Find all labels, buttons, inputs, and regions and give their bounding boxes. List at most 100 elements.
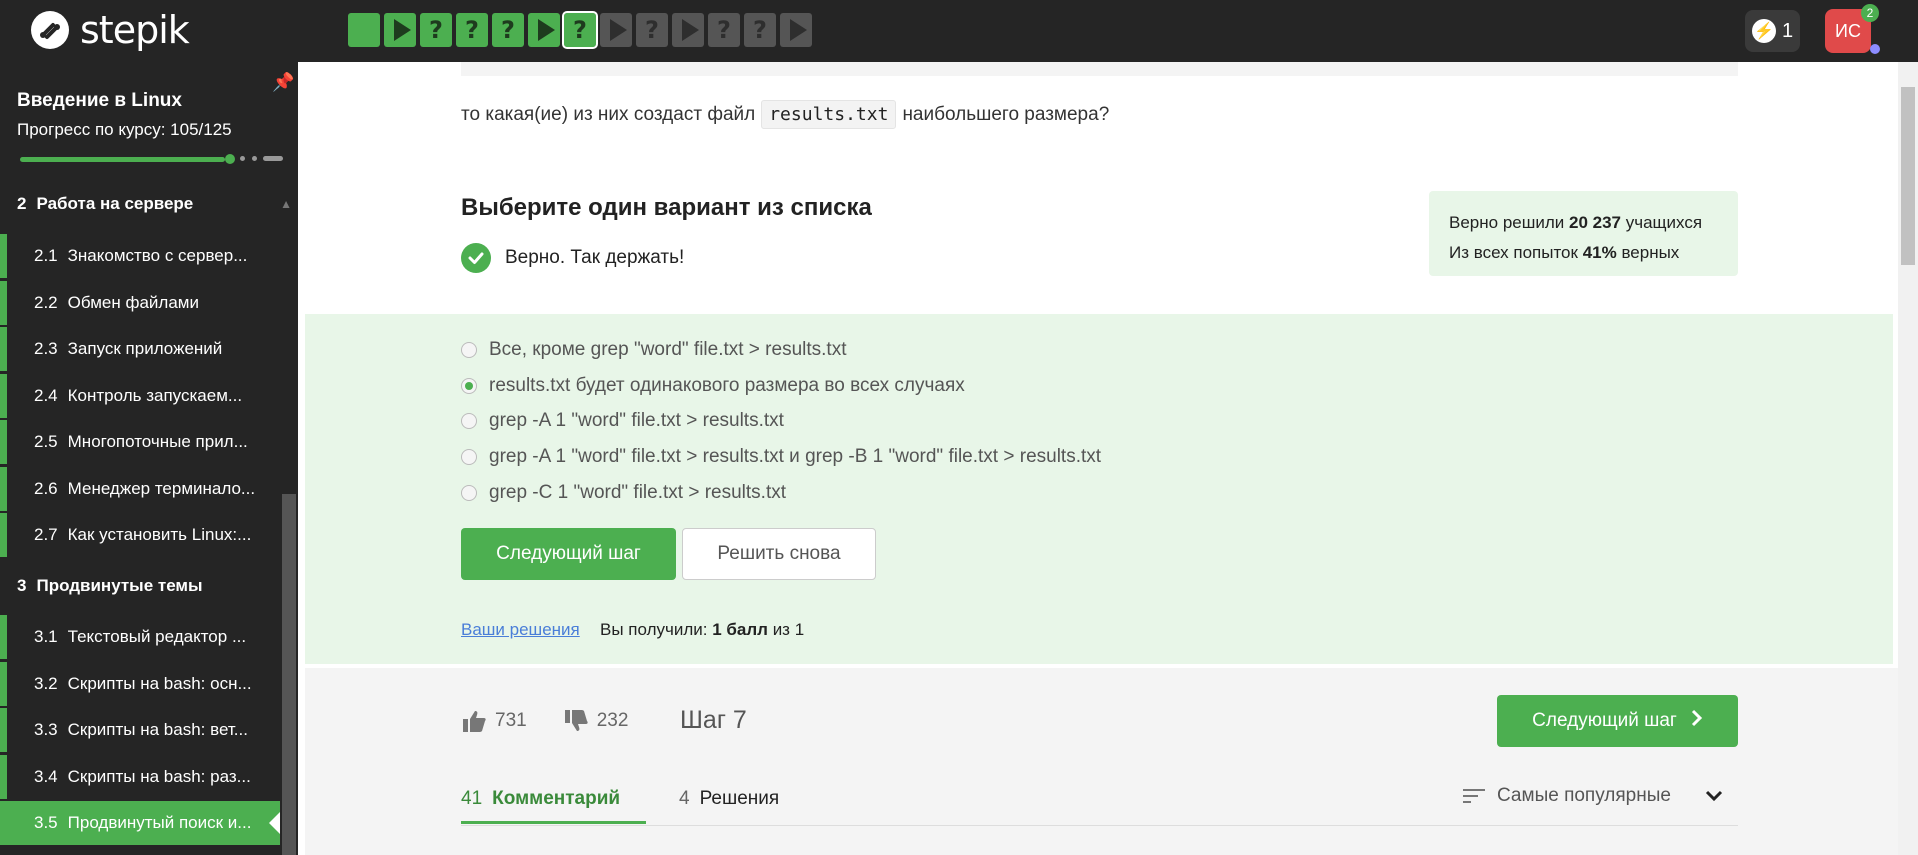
- logo-text: stepik: [80, 8, 190, 52]
- sidebar-lesson-2-5[interactable]: 2.5 Многопоточные прил...: [0, 420, 280, 464]
- question-icon: ?: [465, 16, 479, 44]
- question-icon: ?: [717, 16, 731, 44]
- progress-bar-segment: [252, 156, 257, 161]
- answer-option[interactable]: grep -A 1 "word" file.txt > results.txt: [461, 410, 784, 432]
- lesson-title: Знакомство с сервер...: [67, 246, 248, 265]
- radio-button[interactable]: [461, 449, 477, 465]
- step-9-quiz[interactable]: ?: [636, 13, 668, 47]
- answer-option[interactable]: Все, кроме grep "word" file.txt > result…: [461, 339, 846, 361]
- option-label: grep -C 1 "word" file.txt > results.txt: [489, 482, 787, 503]
- lesson-number: 2.3: [34, 339, 58, 358]
- question-icon: ?: [429, 16, 443, 44]
- question-icon: ?: [753, 16, 767, 44]
- section-2-header[interactable]: 2 Работа на сервере ▲: [0, 182, 298, 226]
- answer-option[interactable]: results.txt будет одинакового размера во…: [461, 375, 965, 397]
- lesson-number: 3.2: [34, 673, 58, 693]
- option-label: results.txt будет одинакового размера во…: [489, 375, 965, 396]
- section-title: Работа на сервере: [36, 194, 194, 213]
- lesson-title: Скрипты на bash: раз...: [67, 766, 251, 786]
- step-7-quiz[interactable]: ?: [562, 11, 598, 49]
- page-scrollbar[interactable]: [1898, 62, 1918, 855]
- sidebar-lesson-2-4[interactable]: 2.4 Контроль запускаем...: [0, 373, 280, 418]
- like-button[interactable]: 731: [461, 709, 527, 733]
- chevron-down-icon: [1705, 790, 1723, 802]
- lesson-number: 3.4: [34, 766, 58, 786]
- step-6-play[interactable]: [528, 13, 560, 47]
- lesson-number: 2.6: [34, 478, 58, 498]
- solve-stats-box: Верно решили 20 237 учащихся Из всех поп…: [1429, 191, 1738, 276]
- section-title: Продвинутые темы: [36, 576, 203, 595]
- lesson-title: Продвинутый поиск и...: [67, 813, 252, 832]
- tab-comments[interactable]: 41 Комментарий: [461, 785, 620, 813]
- dislike-button[interactable]: 232: [563, 709, 628, 733]
- section-3-header[interactable]: 3 Продвинутые темы: [0, 564, 298, 608]
- sidebar-lesson-2-1[interactable]: 2.1 Знакомство с сервер...: [0, 234, 280, 278]
- step-13-play[interactable]: [780, 13, 812, 47]
- question-icon: ?: [645, 16, 659, 44]
- radio-button[interactable]: [461, 342, 477, 358]
- step-1-square[interactable]: [348, 13, 380, 47]
- your-solutions-link[interactable]: Ваши решения: [461, 620, 580, 640]
- sidebar-scrollbar[interactable]: [282, 494, 296, 855]
- sort-dropdown[interactable]: Самые популярные: [1463, 785, 1723, 807]
- step-3-quiz[interactable]: ?: [420, 13, 452, 47]
- check-circle-icon: [461, 243, 491, 273]
- stepik-logo-icon: [31, 11, 69, 49]
- lesson-title: Скрипты на bash: вет...: [67, 720, 248, 739]
- thumbs-up-icon: [463, 711, 486, 732]
- radio-button[interactable]: [461, 485, 477, 501]
- energy-count: 1: [1781, 19, 1794, 42]
- top-navbar: stepik ??????? ⚡ 1 ИС 2: [0, 0, 1918, 62]
- step-5-quiz[interactable]: ?: [492, 13, 524, 47]
- lesson-number: 2.7: [34, 525, 58, 544]
- chevron-up-icon: ▲: [280, 197, 292, 211]
- lesson-number: 3.3: [34, 720, 58, 739]
- step-11-quiz[interactable]: ?: [708, 13, 740, 47]
- play-icon: [789, 19, 807, 41]
- lesson-title: Как установить Linux:...: [67, 525, 252, 544]
- sidebar-lesson-2-7[interactable]: 2.7 Как установить Linux:...: [0, 513, 280, 557]
- sidebar-lesson-3-3[interactable]: 3.3 Скрипты на bash: вет...: [0, 708, 280, 752]
- step-4-quiz[interactable]: ?: [456, 13, 488, 47]
- answer-option[interactable]: grep -A 1 "word" file.txt > results.txt …: [461, 446, 1101, 468]
- tab-solutions[interactable]: 4 Решения: [679, 785, 779, 813]
- scrollbar-thumb[interactable]: [1901, 87, 1915, 265]
- energy-button[interactable]: ⚡ 1: [1745, 10, 1800, 52]
- result-message: Верно. Так держать!: [461, 243, 684, 273]
- step-12-quiz[interactable]: ?: [744, 13, 776, 47]
- step-number: Шаг 7: [680, 706, 747, 734]
- result-text: Верно. Так держать!: [505, 247, 685, 268]
- step-2-play[interactable]: [384, 13, 416, 47]
- option-label: grep -A 1 "word" file.txt > results.txt: [489, 410, 784, 431]
- course-title[interactable]: Введение в Linux: [17, 90, 182, 112]
- sidebar-lesson-2-3[interactable]: 2.3 Запуск приложений: [0, 327, 280, 371]
- step-10-play[interactable]: [672, 13, 704, 47]
- retry-button[interactable]: Решить снова: [682, 528, 876, 580]
- question-icon: ?: [501, 16, 515, 44]
- sidebar-lesson-3-1[interactable]: 3.1 Текстовый редактор ...: [0, 615, 280, 659]
- radio-button[interactable]: [461, 378, 477, 394]
- stats-solvers: Верно решили 20 237 учащихся: [1449, 213, 1703, 232]
- lesson-title: Многопоточные прил...: [67, 432, 248, 451]
- sidebar-lesson-3-2[interactable]: 3.2 Скрипты на bash: осн...: [0, 661, 280, 706]
- next-step-button[interactable]: Следующий шаг: [461, 528, 676, 580]
- pin-icon[interactable]: 📌: [272, 72, 294, 93]
- lesson-number: 3.5: [34, 813, 58, 832]
- progress-bar-segment: [263, 156, 283, 161]
- lesson-title: Менеджер терминало...: [67, 478, 256, 498]
- next-step-button-footer[interactable]: Следующий шаг: [1497, 695, 1738, 747]
- sidebar-lesson-2-6[interactable]: 2.6 Менеджер терминало...: [0, 466, 280, 511]
- answer-option[interactable]: grep -C 1 "word" file.txt > results.txt: [461, 482, 786, 504]
- sidebar-lesson-2-2[interactable]: 2.2 Обмен файлами: [0, 280, 280, 325]
- sidebar-lesson-3-5[interactable]: 3.5 Продвинутый поиск и...: [0, 801, 280, 845]
- sidebar-lesson-3-4[interactable]: 3.4 Скрипты на bash: раз...: [0, 754, 280, 799]
- lesson-title: Скрипты на bash: осн...: [67, 673, 252, 693]
- lesson-steps-bar: ???????: [348, 11, 812, 49]
- play-icon: [393, 19, 411, 41]
- stepik-logo[interactable]: stepik: [30, 8, 190, 52]
- chevron-right-icon: [1691, 709, 1703, 733]
- thumbs-down-icon: [564, 710, 588, 731]
- step-8-play[interactable]: [600, 13, 632, 47]
- radio-button[interactable]: [461, 413, 477, 429]
- lesson-number: 2.5: [34, 432, 58, 451]
